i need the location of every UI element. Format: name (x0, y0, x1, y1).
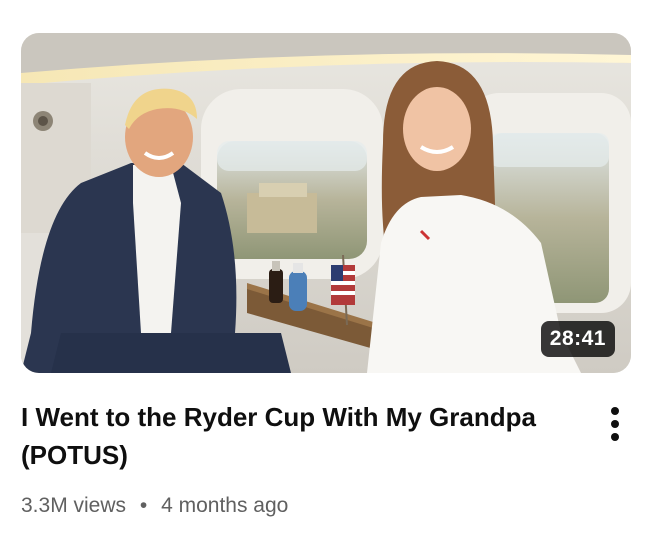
video-duration-badge: 28:41 (540, 321, 615, 357)
more-options-button[interactable] (598, 404, 632, 444)
more-vert-icon-dot-2 (611, 420, 619, 428)
upload-age: 4 months ago (161, 494, 289, 517)
more-vert-icon (611, 407, 619, 415)
video-thumbnail[interactable]: 28:41 (21, 33, 631, 373)
thumbnail-image (21, 33, 631, 373)
video-title[interactable]: I Went to the Ryder Cup With My Grandpa … (21, 398, 561, 474)
video-title-line-1: I Went to the Ryder Cup With My Grandpa (21, 402, 536, 432)
more-vert-icon-dot-3 (611, 433, 619, 441)
view-count: 3.3M views (21, 494, 127, 517)
meta-separator: • (139, 494, 148, 517)
video-card: 28:41 I Went to the Ryder Cup With My Gr… (0, 0, 650, 538)
video-metadata: 3.3M views • 4 months ago (21, 494, 288, 518)
video-title-line-2: (POTUS) (21, 440, 128, 470)
